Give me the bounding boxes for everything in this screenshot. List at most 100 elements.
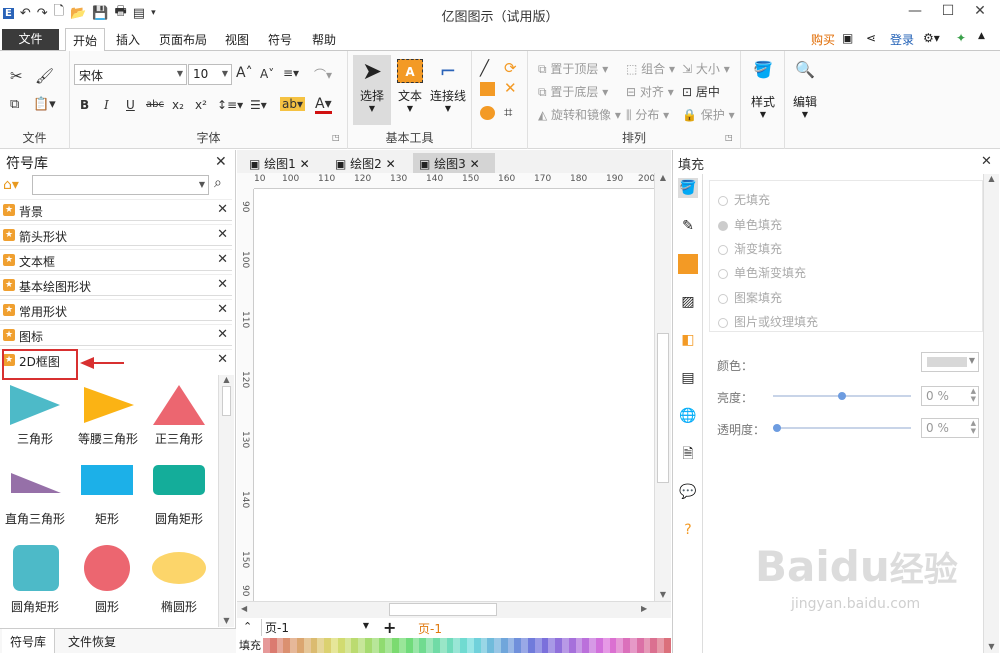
add-page-icon[interactable]: + xyxy=(383,618,396,637)
scroll-up-icon[interactable]: ▲ xyxy=(984,174,999,183)
scroll-up-icon[interactable]: ▲ xyxy=(655,173,671,182)
font-family-select[interactable]: 宋体 ▼ xyxy=(74,64,187,85)
fill-option-picture-texture[interactable]: 图片或纹理填充 xyxy=(718,313,818,330)
rotate-mirror-button[interactable]: ◭ 旋转和镜像 ▾ xyxy=(538,106,621,123)
palette-swatch[interactable] xyxy=(344,638,352,653)
crop-tool-icon[interactable]: ⌗ xyxy=(504,103,512,121)
palette-swatch[interactable] xyxy=(589,638,597,653)
scroll-left-icon[interactable]: ◀ xyxy=(241,604,247,613)
search-icon[interactable]: ⌕ xyxy=(214,175,222,191)
fill-option-gradient[interactable]: 渐变填充 xyxy=(718,240,782,257)
scroll-right-icon[interactable]: ▶ xyxy=(641,604,647,613)
tab-symbol-library[interactable]: 符号库 xyxy=(2,629,56,653)
maximize-icon[interactable]: ☐ xyxy=(937,3,959,23)
minimize-icon[interactable]: — xyxy=(904,3,926,23)
palette-swatch[interactable] xyxy=(664,638,671,653)
doc-tab-3[interactable]: ▣ 绘图3 ✕ xyxy=(413,153,495,173)
palette-swatch[interactable] xyxy=(378,638,386,653)
protect-button[interactable]: 🔒 保护 ▾ xyxy=(682,106,735,123)
palette-swatch[interactable] xyxy=(412,638,420,653)
style-button[interactable]: 🪣 样式 ▼ xyxy=(747,57,779,119)
tab-insert[interactable]: 插入 xyxy=(116,31,140,48)
palette-swatch[interactable] xyxy=(630,638,637,653)
close-library-icon[interactable]: ✕ xyxy=(217,302,228,317)
tab-home[interactable]: 开始 xyxy=(65,28,106,52)
bezier-tool-icon[interactable]: ✕ xyxy=(504,79,517,97)
palette-swatch[interactable] xyxy=(602,638,610,653)
close-window-icon[interactable]: ✕ xyxy=(969,3,991,23)
strikethrough-icon[interactable]: abc xyxy=(146,99,164,110)
palette-swatch[interactable] xyxy=(310,638,318,653)
palette-swatch[interactable] xyxy=(528,638,535,653)
shape-triangle[interactable]: 三角形 xyxy=(4,383,66,447)
palette-swatch[interactable] xyxy=(439,638,447,653)
palette-swatch[interactable] xyxy=(324,638,331,653)
palette-swatch[interactable] xyxy=(575,638,583,653)
close-tab-icon[interactable]: ✕ xyxy=(386,157,396,171)
shape-gallery-scrollbar[interactable]: ▲ ▼ xyxy=(218,375,234,627)
shadow-icon[interactable]: ◧ xyxy=(678,330,698,350)
palette-swatch[interactable] xyxy=(568,638,576,653)
text-spacing-icon[interactable]: ⌒▾ xyxy=(314,66,332,83)
palette-swatch[interactable] xyxy=(500,638,508,653)
app-menu-icon[interactable]: ✦ xyxy=(956,31,966,45)
bring-to-front-button[interactable]: ⧉ 置于顶层 ▾ xyxy=(538,60,608,77)
shape-circle[interactable]: 圆形 xyxy=(74,543,140,615)
palette-swatch[interactable] xyxy=(358,638,365,653)
shape-fill-icon[interactable] xyxy=(678,254,698,274)
transparency-slider[interactable] xyxy=(773,424,911,432)
ellipse-tool-icon[interactable] xyxy=(480,106,495,120)
login-link[interactable]: 登录 xyxy=(890,31,914,48)
drawing-page[interactable] xyxy=(254,189,654,601)
palette-swatch[interactable] xyxy=(432,638,440,653)
palette-swatch[interactable] xyxy=(426,638,433,653)
palette-swatch[interactable] xyxy=(337,638,345,653)
palette-swatch[interactable] xyxy=(405,638,413,653)
close-library-icon[interactable]: ✕ xyxy=(217,252,228,267)
rectangle-tool-icon[interactable] xyxy=(480,82,495,96)
center-button[interactable]: ⊡ 居中 xyxy=(682,83,720,100)
palette-swatch[interactable] xyxy=(548,638,556,653)
share-icon[interactable]: ⋖ xyxy=(866,31,876,45)
scroll-thumb[interactable] xyxy=(657,333,669,483)
palette-swatch[interactable] xyxy=(657,638,665,653)
shape-rectangle[interactable]: 矩形 xyxy=(74,463,140,527)
palette-swatch[interactable] xyxy=(453,638,461,653)
brightness-input[interactable]: 0 % ▲ ▼ xyxy=(921,386,979,406)
color-palette[interactable]: 填充 xyxy=(237,638,671,653)
close-library-icon[interactable]: ✕ xyxy=(217,327,228,342)
palette-swatch[interactable] xyxy=(460,638,467,653)
fill-option-single-gradient[interactable]: 单色渐变填充 xyxy=(718,264,806,281)
arc-tool-icon[interactable]: ⟳ xyxy=(504,59,517,77)
palette-swatch[interactable] xyxy=(269,638,277,653)
collapse-up-icon[interactable]: ⌃ xyxy=(243,620,252,633)
palette-swatch[interactable] xyxy=(609,638,617,653)
close-panel-icon[interactable]: ✕ xyxy=(215,154,227,170)
close-library-icon[interactable]: ✕ xyxy=(217,227,228,242)
group-launcher-icon[interactable]: ◳ xyxy=(332,133,340,142)
font-size-select[interactable]: 10 ▼ xyxy=(188,64,232,85)
palette-swatch[interactable] xyxy=(514,638,522,653)
palette-swatch[interactable] xyxy=(283,638,291,653)
image-icon[interactable]: ▨ xyxy=(678,292,698,312)
palette-swatch[interactable] xyxy=(480,638,488,653)
library-search-input[interactable]: ▼ xyxy=(32,175,209,195)
brightness-slider[interactable] xyxy=(773,392,911,400)
tab-symbol[interactable]: 符号 xyxy=(268,31,292,48)
subscript-icon[interactable]: x₂ xyxy=(172,98,184,112)
copy-icon[interactable]: ⧉ xyxy=(10,97,19,112)
cut-icon[interactable]: ✂ xyxy=(10,67,23,85)
tab-view[interactable]: 视图 xyxy=(225,31,249,48)
palette-swatch[interactable] xyxy=(487,638,495,653)
close-library-icon[interactable]: ✕ xyxy=(217,277,228,292)
format-painter-icon[interactable]: 🖌 xyxy=(35,67,54,85)
distribute-button[interactable]: ⫼ 分布 ▾ xyxy=(626,106,669,123)
scroll-up-icon[interactable]: ▲ xyxy=(219,375,234,384)
shape-rounded-rectangle[interactable]: 圆角矩形 xyxy=(146,463,212,527)
send-to-back-button[interactable]: ⧉ 置于底层 ▾ xyxy=(538,83,608,100)
palette-swatch[interactable] xyxy=(317,638,325,653)
palette-swatch[interactable] xyxy=(364,638,372,653)
shape-rounded-square[interactable]: 圆角矩形 xyxy=(2,543,68,615)
align-button[interactable]: ⊟ 对齐 ▾ xyxy=(626,83,674,100)
close-panel-icon[interactable]: ✕ xyxy=(981,154,992,169)
